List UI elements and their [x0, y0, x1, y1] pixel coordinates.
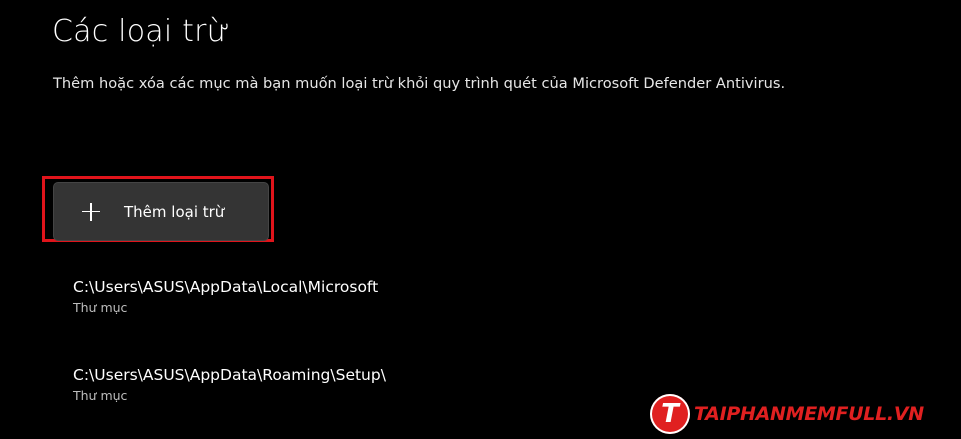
- watermark-logo: T TAIPHANMEMFULL.VN: [650, 394, 924, 434]
- exclusion-type: Thư mục: [73, 300, 128, 315]
- page-description: Thêm hoặc xóa các mục mà bạn muốn loại t…: [53, 75, 786, 92]
- watermark-badge-icon: T: [650, 394, 690, 434]
- page-title: Các loại trừ: [52, 14, 231, 49]
- add-exclusion-label: Thêm loại trừ: [124, 202, 225, 221]
- exclusion-item[interactable]: C:\Users\ASUS\AppData\Local\Microsoft Th…: [73, 278, 633, 315]
- exclusion-path: C:\Users\ASUS\AppData\Roaming\Setup\: [73, 366, 386, 384]
- exclusion-type: Thư mục: [73, 388, 128, 403]
- exclusion-item[interactable]: C:\Users\ASUS\AppData\Roaming\Setup\ Thư…: [73, 366, 633, 403]
- plus-icon: [82, 202, 100, 221]
- exclusion-path: C:\Users\ASUS\AppData\Local\Microsoft: [73, 278, 379, 296]
- add-exclusion-button[interactable]: Thêm loại trừ: [53, 182, 269, 241]
- watermark-text: TAIPHANMEMFULL.VN: [694, 403, 924, 425]
